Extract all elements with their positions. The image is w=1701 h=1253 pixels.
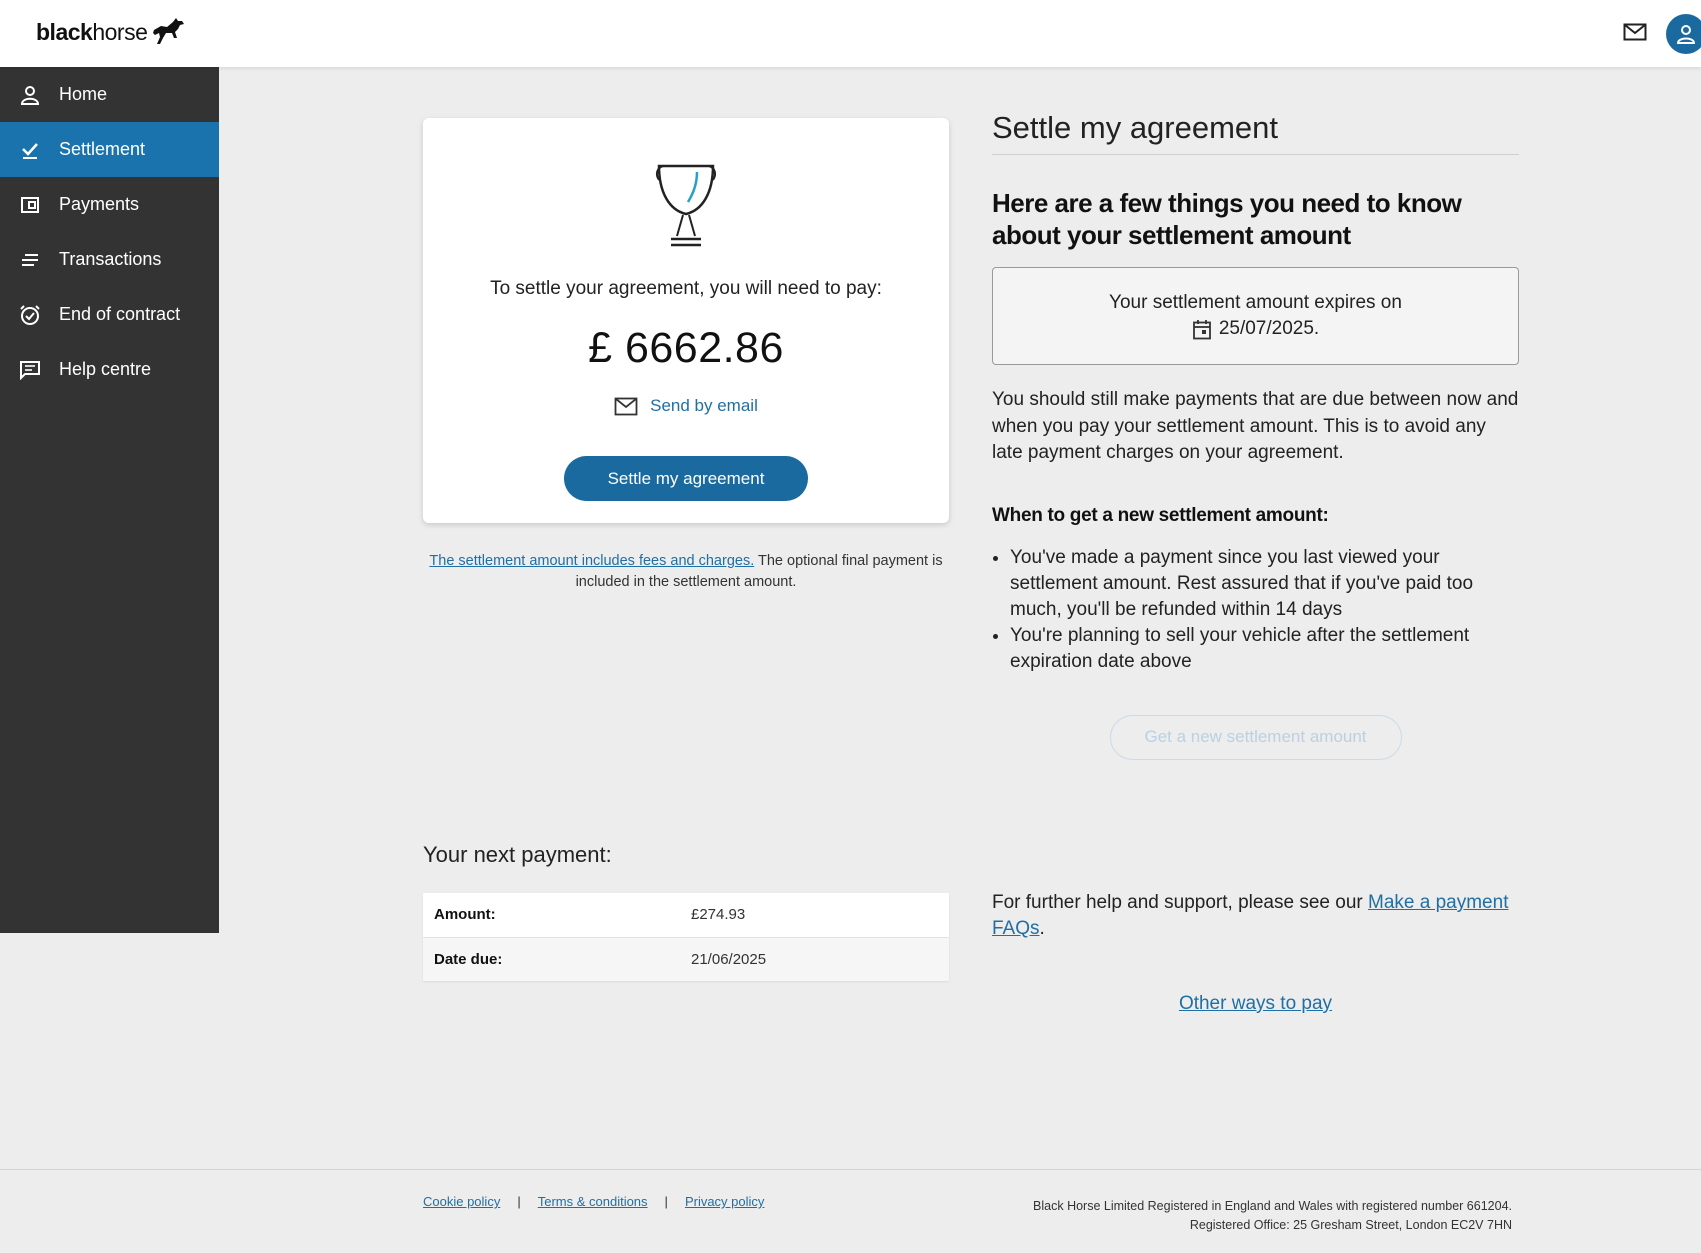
settlement-info: Settle my agreement Here are a few thing… — [992, 110, 1519, 760]
expiry-date: 25/07/2025. — [1218, 318, 1320, 339]
fees-note: The settlement amount includes fees and … — [423, 551, 949, 593]
footer: Cookie policy | Terms & conditions | Pri… — [0, 1169, 1701, 1253]
chat-icon — [19, 359, 41, 381]
list-item: You're planning to sell your vehicle aft… — [1010, 623, 1519, 675]
envelope-icon — [614, 397, 638, 415]
checkmark-icon — [19, 139, 41, 161]
get-new-settlement-amount-button[interactable]: Get a new settlement amount — [1109, 714, 1402, 760]
sidebar-item-label: Payments — [59, 194, 140, 214]
send-by-email-link[interactable]: Send by email — [423, 396, 949, 416]
other-ways-to-pay-row: Other ways to pay — [992, 993, 1519, 1015]
date-due-value: 21/06/2025 — [691, 937, 949, 981]
expiry-box: Your settlement amount expires on 25/07/… — [992, 267, 1519, 365]
info-subheading: Here are a few things you need to know a… — [992, 188, 1462, 250]
settlement-lead-text: To settle your agreement, you will need … — [490, 278, 882, 299]
list-item: You've made a payment since you last vie… — [1010, 545, 1519, 623]
mail-icon[interactable] — [1621, 20, 1649, 44]
payments-note: You should still make payments that are … — [992, 389, 1519, 463]
help-text-trail: . — [1039, 918, 1045, 939]
other-ways-to-pay-link[interactable]: Other ways to pay — [1179, 993, 1332, 1014]
horse-icon — [153, 18, 185, 44]
when-new-amount-list: You've made a payment since you last vie… — [992, 545, 1519, 675]
blackhorse-logo[interactable]: black horse — [36, 14, 187, 50]
sidebar-item-help-centre[interactable]: Help centre — [0, 342, 219, 397]
table-row: Date due: 21/06/2025 — [423, 937, 949, 981]
privacy-policy-link[interactable]: Privacy policy — [685, 1194, 764, 1209]
legal-line-1: Black Horse Limited Registered in Englan… — [1033, 1199, 1512, 1213]
help-text-lead: For further help and support, please see… — [992, 892, 1369, 913]
next-payment-table: Amount: £274.93 Date due: 21/06/2025 — [423, 893, 949, 981]
expiry-label: Your settlement amount expires on — [1109, 292, 1402, 313]
person-icon — [19, 84, 41, 106]
sidebar: Home Settlement Payments Transactions En… — [0, 67, 219, 933]
sidebar-item-label: Settlement — [59, 139, 146, 159]
sidebar-item-label: Help centre — [59, 359, 152, 379]
alarm-clock-icon — [19, 304, 41, 326]
settle-my-agreement-button[interactable]: Settle my agreement — [564, 456, 808, 501]
date-due-label: Date due: — [423, 937, 691, 981]
sidebar-item-end-of-contract[interactable]: End of contract — [0, 287, 219, 342]
legal-line-2: Registered Office: 25 Gresham Street, Lo… — [1189, 1218, 1512, 1232]
when-new-amount-heading: When to get a new settlement amount: — [992, 504, 1329, 526]
lines-icon — [19, 249, 41, 271]
sidebar-item-transactions[interactable]: Transactions — [0, 232, 219, 287]
sidebar-item-label: Transactions — [59, 249, 162, 269]
logo-text-light: horse — [92, 18, 148, 45]
footer-links: Cookie policy | Terms & conditions | Pri… — [423, 1194, 764, 1209]
sidebar-item-label: End of contract — [59, 304, 181, 324]
settlement-amount: £ 6662.86 — [588, 324, 784, 372]
terms-conditions-link[interactable]: Terms & conditions — [538, 1194, 648, 1209]
page-title: Settle my agreement — [992, 110, 1519, 155]
sidebar-item-home[interactable]: Home — [0, 67, 219, 122]
settlement-card: To settle your agreement, you will need … — [423, 118, 949, 523]
calendar-icon — [1192, 319, 1211, 339]
table-row: Amount: £274.93 — [423, 893, 949, 938]
sidebar-item-payments[interactable]: Payments — [0, 177, 219, 232]
footer-legal: Black Horse Limited Registered in Englan… — [1033, 1197, 1512, 1235]
send-by-email-label: Send by email — [650, 396, 758, 415]
footer-separator: | — [517, 1194, 521, 1209]
logo-text-bold: black — [36, 18, 93, 45]
amount-label: Amount: — [423, 893, 691, 938]
wallet-icon — [19, 194, 41, 216]
sidebar-item-settlement[interactable]: Settlement — [0, 122, 219, 177]
fees-and-charges-link[interactable]: The settlement amount includes fees and … — [429, 553, 754, 569]
expiry-date-row: 25/07/2025. — [1192, 316, 1319, 342]
trophy-icon — [655, 164, 717, 247]
top-header: black horse — [0, 0, 1701, 67]
sidebar-item-label: Home — [59, 84, 108, 104]
cookie-policy-link[interactable]: Cookie policy — [423, 1194, 500, 1209]
amount-value: £274.93 — [691, 893, 949, 938]
footer-separator: | — [664, 1194, 668, 1209]
next-payment-title: Your next payment: — [423, 842, 612, 867]
user-icon[interactable] — [1666, 14, 1701, 54]
help-text: For further help and support, please see… — [992, 890, 1519, 942]
